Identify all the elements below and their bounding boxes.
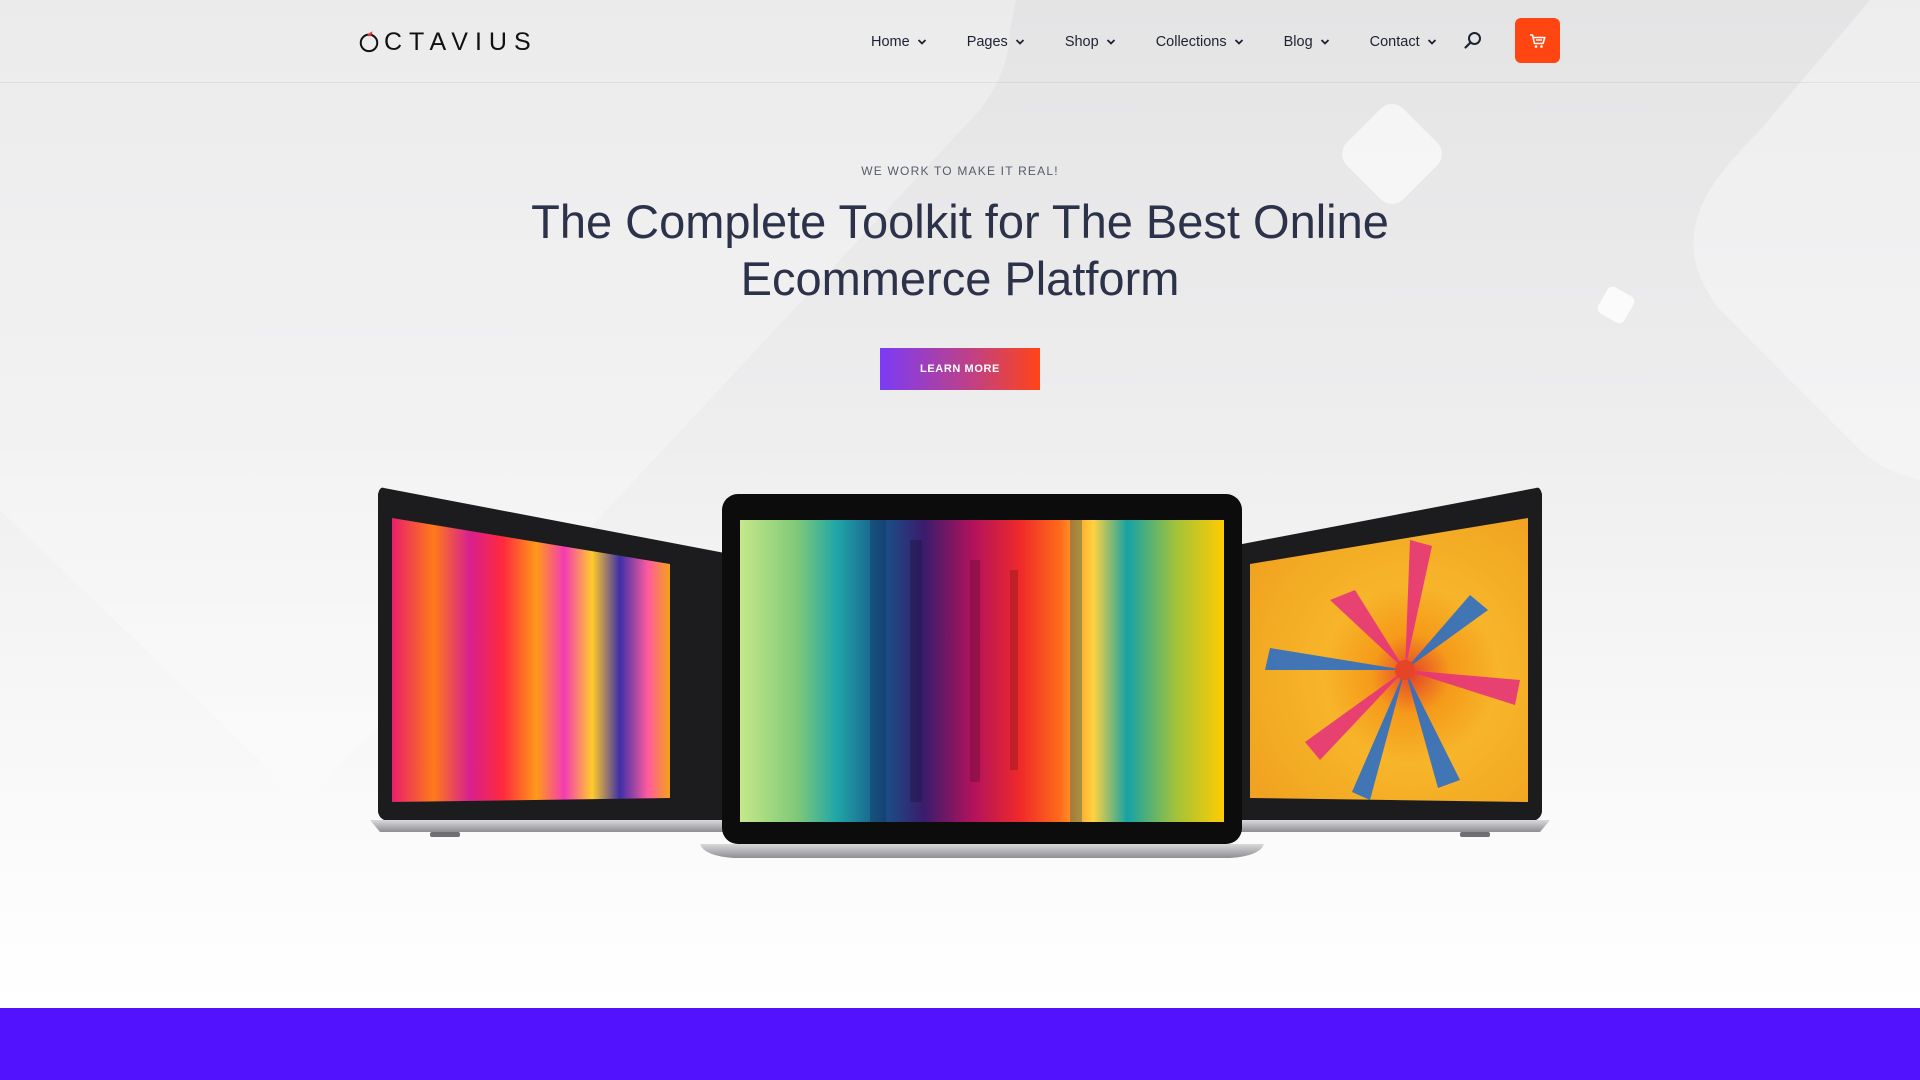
logo-mark-icon (359, 31, 379, 53)
chevron-down-icon (1015, 39, 1024, 45)
site-header: CTAVIUS Home Pages Shop Collections Blog (0, 0, 1920, 83)
laptop-showcase (370, 487, 1550, 858)
hero-tagline: WE WORK TO MAKE IT REAL! (861, 164, 1059, 178)
main-nav: Home Pages Shop Collections Blog Contact (871, 28, 1477, 56)
nav-item-collections[interactable]: Collections (1156, 28, 1244, 56)
nav-item-shop[interactable]: Shop (1065, 28, 1116, 56)
search-icon (1464, 32, 1481, 49)
nav-label: Contact (1369, 34, 1420, 50)
chevron-down-icon (917, 39, 926, 45)
nav-label: Blog (1283, 34, 1313, 50)
nav-item-contact[interactable]: Contact (1370, 28, 1437, 56)
brand-name: CTAVIUS (384, 27, 538, 56)
headline-line-1: The Complete Toolkit for The Best Online (531, 195, 1389, 248)
chevron-down-icon (1320, 39, 1329, 45)
cart-button[interactable] (1515, 18, 1560, 63)
nav-item-pages[interactable]: Pages (967, 28, 1025, 56)
nav-label: Collections (1155, 34, 1227, 50)
brand-logo[interactable]: CTAVIUS (358, 27, 538, 57)
nav-label: Shop (1064, 34, 1099, 50)
chevron-down-icon (1427, 39, 1436, 45)
headline-line-2: Ecommerce Platform (740, 252, 1180, 305)
nav-item-home[interactable]: Home (871, 28, 927, 56)
laptop-right (1190, 487, 1550, 837)
search-button[interactable] (1462, 30, 1484, 52)
learn-more-button[interactable]: LEARN MORE (880, 348, 1040, 390)
footer-band (0, 1008, 1920, 1080)
nav-label: Pages (966, 34, 1008, 50)
laptop-center (700, 494, 1264, 858)
nav-item-blog[interactable]: Blog (1284, 28, 1330, 56)
chevron-down-icon (1234, 39, 1243, 45)
laptop-left (370, 487, 730, 837)
hero-headline: The Complete Toolkit for The Best Online… (460, 193, 1460, 307)
nav-label: Home (871, 34, 910, 50)
cart-icon (1529, 33, 1546, 48)
chevron-down-icon (1106, 39, 1115, 45)
hero-section: CTAVIUS Home Pages Shop Collections Blog (0, 0, 1920, 1008)
